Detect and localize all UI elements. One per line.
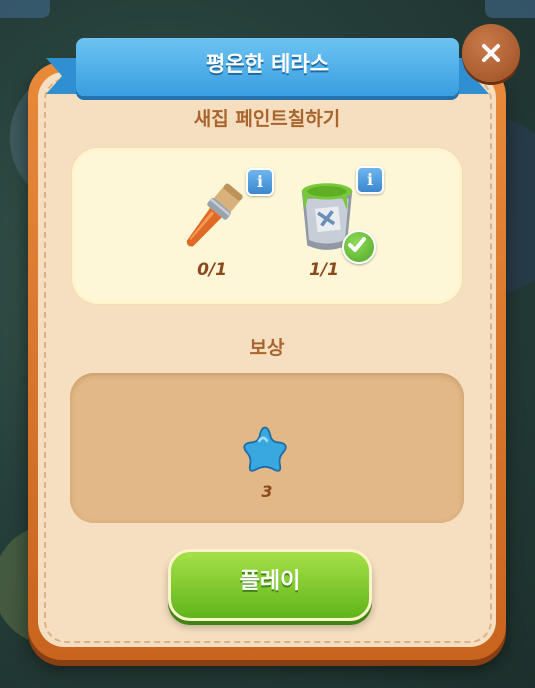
star-icon: [243, 426, 287, 472]
close-button[interactable]: [462, 24, 520, 82]
check-icon: [342, 230, 376, 264]
background-hud-button: [0, 0, 50, 18]
task-title: 새집 페인트칠하기: [193, 108, 341, 130]
task-count: 0/1: [197, 260, 227, 280]
info-icon[interactable]: i: [246, 168, 274, 196]
dialog-title: 평온한 테라스: [205, 52, 330, 76]
task-item-paint-bucket: i 1/1: [274, 160, 384, 300]
info-icon[interactable]: i: [356, 166, 384, 194]
close-icon: [482, 44, 500, 62]
paintbrush-icon: [186, 183, 243, 247]
background-hud-button: [485, 0, 535, 18]
task-item-paintbrush: i 0/1: [162, 160, 274, 300]
reward-label: 보상: [249, 337, 285, 359]
task-count: 1/1: [309, 260, 339, 280]
play-button-label[interactable]: 플레이: [168, 549, 372, 615]
reward-count: 3: [261, 482, 273, 501]
